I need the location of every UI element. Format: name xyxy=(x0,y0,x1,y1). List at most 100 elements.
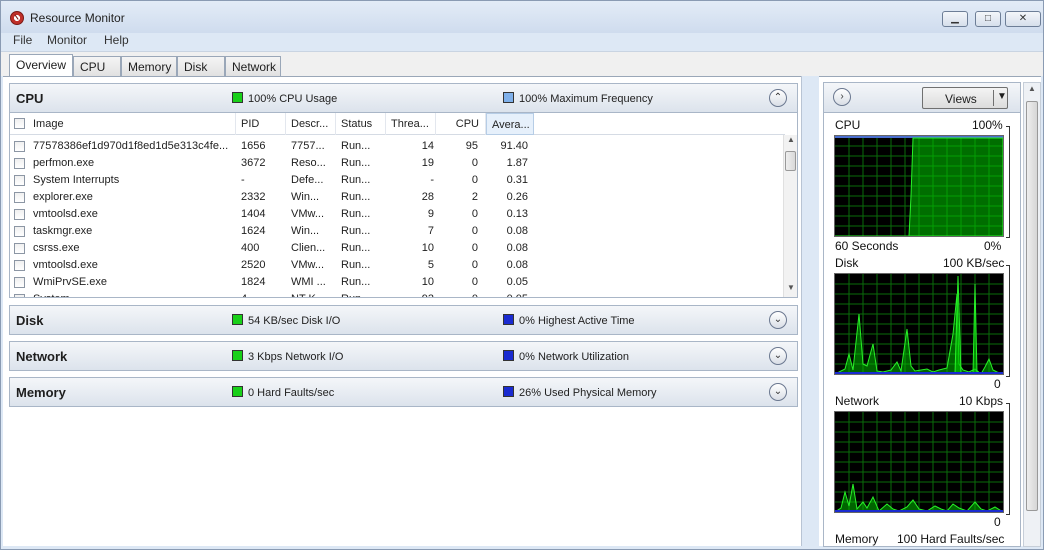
column-threads[interactable]: Threa... xyxy=(386,113,436,135)
disk-graph xyxy=(834,273,1004,375)
row-checkbox[interactable] xyxy=(14,226,25,237)
column-pid[interactable]: PID xyxy=(236,113,286,135)
table-row[interactable]: perfmon.exe 3672 Reso... Run... 19 0 1.87 xyxy=(10,155,785,172)
graph-pane-header: › Views ▼ xyxy=(824,83,1020,113)
graph-scroll-up-arrow[interactable]: ▲ xyxy=(1025,84,1039,98)
table-cell: Run... xyxy=(341,293,385,297)
row-checkbox[interactable] xyxy=(14,192,25,203)
pane-splitter[interactable] xyxy=(801,76,819,546)
table-cell: VMw... xyxy=(291,208,325,220)
row-checkbox[interactable] xyxy=(14,158,25,169)
cpu-section-header[interactable]: CPU 100% CPU Usage 100% Maximum Frequenc… xyxy=(9,83,798,113)
table-cell: Run... xyxy=(341,242,371,254)
table-cell: 0 xyxy=(436,293,478,297)
close-button[interactable]: ✕ xyxy=(1005,11,1041,27)
table-cell: 400 xyxy=(241,242,260,254)
column-description[interactable]: Descr... xyxy=(286,113,336,135)
table-row[interactable]: System 4 NT K... Run...930 0.05 xyxy=(10,291,785,297)
table-row[interactable]: System Interrupts - Defe... Run... - 0 0.31 xyxy=(10,172,785,189)
disk-graph-label: Disk xyxy=(835,256,859,270)
table-cell: 0.26 xyxy=(506,191,528,203)
table-cell: 0 xyxy=(471,157,478,169)
table-cell: 93 xyxy=(386,293,434,297)
table-row[interactable]: vmtoolsd.exe 1404 VMw... Run... 9 0 0.13 xyxy=(10,206,785,223)
row-checkbox[interactable] xyxy=(14,260,25,271)
maximize-button[interactable]: □ xyxy=(975,11,1001,27)
scroll-thumb[interactable] xyxy=(785,151,796,171)
row-checkbox[interactable] xyxy=(14,277,25,288)
menu-file[interactable]: File xyxy=(13,33,32,47)
cpu-graph-min: 0% xyxy=(984,239,1002,253)
tab-network[interactable]: Network xyxy=(225,56,281,76)
table-cell: Clien... xyxy=(291,242,326,254)
tab-overview[interactable]: Overview xyxy=(9,54,73,77)
graph-pane: › Views ▼ CPU 100% 60 Seconds 0% Disk 10… xyxy=(823,82,1021,547)
column-image[interactable]: Image xyxy=(28,113,236,135)
table-cell: 2520 xyxy=(241,259,266,271)
graph-pane-scrollbar[interactable]: ▲ xyxy=(1023,82,1041,547)
column-cpu[interactable]: CPU xyxy=(436,113,486,135)
table-row[interactable]: WmiPrvSE.exe 1824 WMI ... Run... 10 0 0.05 xyxy=(10,274,785,291)
network-grid xyxy=(835,412,1003,512)
tab-disk[interactable]: Disk xyxy=(177,56,225,76)
row-checkbox[interactable] xyxy=(14,209,25,220)
row-checkbox[interactable] xyxy=(14,175,25,186)
disk-io-spike-2 xyxy=(972,283,978,375)
network-graph-label: Network xyxy=(835,394,880,408)
table-cell: 3672 xyxy=(241,157,266,169)
scroll-up-arrow[interactable]: ▲ xyxy=(784,135,797,149)
table-row[interactable]: taskmgr.exe 1624 Win... Run... 7 0 0.08 xyxy=(10,223,785,240)
table-cell: explorer.exe xyxy=(33,191,93,203)
row-checkbox[interactable] xyxy=(14,294,25,297)
table-cell: 10 xyxy=(421,242,434,254)
table-cell: 5 xyxy=(427,259,434,271)
table-row[interactable]: explorer.exe 2332 Win... Run... 28 2 0.26 xyxy=(10,189,785,206)
collapse-pane-button[interactable]: › xyxy=(833,88,851,106)
column-average-cpu[interactable]: Avera... xyxy=(486,113,534,135)
minimize-button[interactable]: ▁ xyxy=(942,11,968,27)
table-row[interactable]: csrss.exe 400 Clien... Run... 10 0 0.08 xyxy=(10,240,785,257)
collapse-cpu-button[interactable]: ⌃ xyxy=(769,89,787,107)
expand-network-button[interactable]: ⌄ xyxy=(769,347,787,365)
views-dropdown[interactable]: Views ▼ xyxy=(922,87,1008,109)
table-row[interactable]: 77578386ef1d970d1f8ed1d5e313c4fe... 1656 7… xyxy=(10,138,785,155)
menu-bar: File Monitor Help xyxy=(1,33,1043,49)
table-cell: 95 xyxy=(465,140,478,152)
expand-disk-button[interactable]: ⌄ xyxy=(769,311,787,329)
title-bar: Resource Monitor ▁ □ ✕ xyxy=(1,1,1043,33)
disk-section-header[interactable]: Disk 54 KB/sec Disk I/O 0% Highest Activ… xyxy=(9,305,798,335)
tab-bar: Overview CPU Memory Disk Network xyxy=(1,51,1043,77)
table-cell: 2332 xyxy=(241,191,266,203)
table-cell: Run... xyxy=(341,174,371,186)
graph-scroll-thumb[interactable] xyxy=(1026,101,1038,511)
network-section-header[interactable]: Network 3 Kbps Network I/O 0% Network Ut… xyxy=(9,341,798,371)
views-separator xyxy=(993,90,994,106)
table-cell: Run... xyxy=(341,225,371,237)
menu-help[interactable]: Help xyxy=(104,33,129,47)
tab-cpu[interactable]: CPU xyxy=(73,56,121,76)
table-cell: 9 xyxy=(427,208,434,220)
table-cell: 4 xyxy=(241,293,285,297)
table-cell: VMw... xyxy=(291,259,325,271)
table-cell: Run... xyxy=(341,157,371,169)
column-status[interactable]: Status xyxy=(336,113,386,135)
memory-section-header[interactable]: Memory 0 Hard Faults/sec 26% Used Physic… xyxy=(9,377,798,407)
disk-active-indicator xyxy=(503,314,514,325)
cpu-table-scrollbar[interactable]: ▲ ▼ xyxy=(783,135,797,297)
select-all-checkbox[interactable] xyxy=(14,118,25,129)
tab-memory[interactable]: Memory xyxy=(121,56,177,76)
cpu-section-title: CPU xyxy=(16,91,44,106)
table-cell: 0.13 xyxy=(506,208,528,220)
network-graph-chart xyxy=(833,412,1005,513)
table-header: Image PID Descr... Status Threa... CPU A… xyxy=(10,113,785,135)
cpu-graph-chart xyxy=(835,136,1004,237)
row-checkbox[interactable] xyxy=(14,243,25,254)
scroll-down-arrow[interactable]: ▼ xyxy=(784,283,797,297)
network-scale-bracket xyxy=(1006,403,1010,515)
row-checkbox[interactable] xyxy=(14,141,25,152)
table-cell: 0.08 xyxy=(506,242,528,254)
menu-monitor[interactable]: Monitor xyxy=(47,33,87,47)
table-row[interactable]: vmtoolsd.exe 2520 VMw... Run... 5 0 0.08 xyxy=(10,257,785,274)
expand-memory-button[interactable]: ⌄ xyxy=(769,383,787,401)
table-cell: 0 xyxy=(471,225,478,237)
